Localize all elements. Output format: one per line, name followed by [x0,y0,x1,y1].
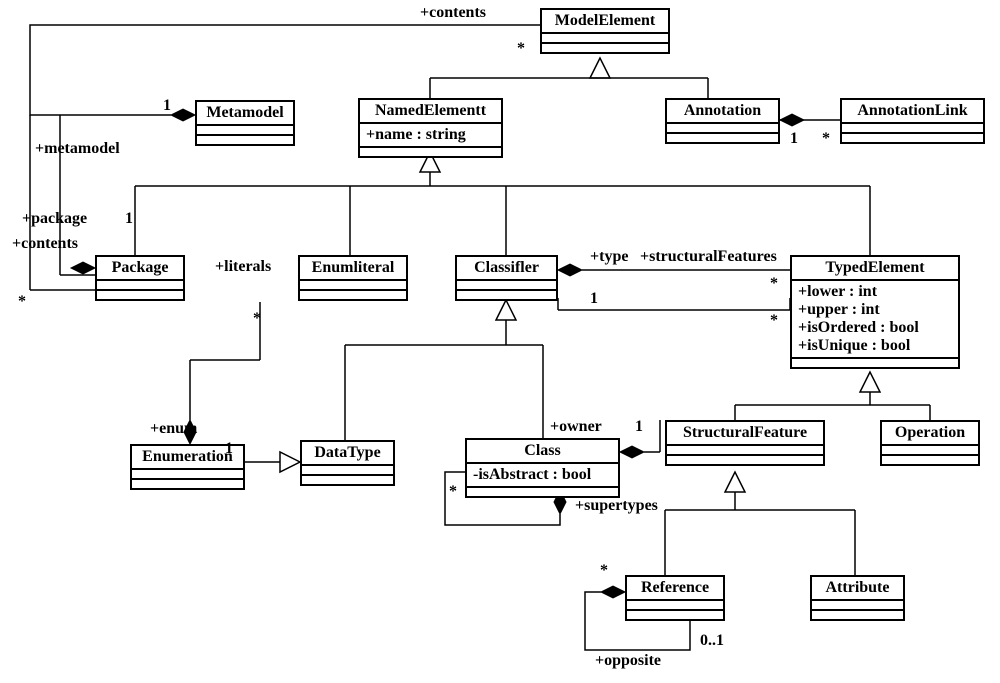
class-enumliteral: Enumliteral [298,255,408,301]
label-sf-role: +structuralFeatures [640,248,777,266]
class-name: NamedElementt [360,100,501,124]
label-enum-role: +enum [150,420,197,438]
class-attrs: +lower : int +upper : int +isOrdered : b… [792,281,958,359]
label-type-role: +type [590,248,628,266]
label-star: * [770,312,778,330]
label-zeroone: 0..1 [700,632,724,650]
class-name: Class [467,440,618,464]
label-one: 1 [163,97,171,115]
class-metamodel: Metamodel [195,100,295,146]
class-name: Package [97,257,183,281]
class-name: Annotation [667,100,778,124]
class-name: Attribute [812,577,903,601]
label-package-role: +package [22,210,87,228]
class-annotationlink: AnnotationLink [840,98,985,144]
label-one: 1 [790,130,798,148]
class-name: DataType [302,442,393,466]
class-name: Operation [882,422,978,446]
label-one: 1 [635,418,643,436]
label-star: * [449,483,457,501]
class-name: StructuralFeature [667,422,823,446]
class-structuralfeature: StructuralFeature [665,420,825,466]
label-supertypes: +supertypes [575,497,658,515]
class-typedelement: TypedElement +lower : int +upper : int +… [790,255,960,369]
class-name: Reference [627,577,723,601]
label-star: * [600,562,608,580]
class-name: AnnotationLink [842,100,983,124]
class-class: Class -isAbstract : bool [465,438,620,498]
class-attrs: +name : string [360,124,501,148]
label-one: 1 [590,290,598,308]
label-opposite: +opposite [595,652,661,670]
label-one: 1 [225,440,233,458]
label-contents-top: +contents [420,4,486,22]
class-name: Metamodel [197,102,293,126]
label-one: 1 [125,210,133,228]
class-package: Package [95,255,185,301]
class-datatype: DataType [300,440,395,486]
class-namedelement: NamedElementt +name : string [358,98,503,158]
label-star: * [770,275,778,293]
class-name: TypedElement [792,257,958,281]
label-contents-left: +contents [12,235,78,253]
class-classifier: Classifler [455,255,558,301]
label-metamodel-role: +metamodel [35,140,120,158]
label-star: * [253,310,261,328]
class-operation: Operation [880,420,980,466]
class-reference: Reference [625,575,725,621]
class-name: Enumliteral [300,257,406,281]
class-attrs: -isAbstract : bool [467,464,618,488]
label-star: * [517,40,525,58]
class-attribute: Attribute [810,575,905,621]
uml-canvas: ModelElement Metamodel NamedElementt +na… [0,0,1000,683]
label-literals: +literals [215,258,271,276]
label-owner-role: +owner [550,418,602,436]
class-name: Classifler [457,257,556,281]
class-modelelement: ModelElement [540,8,670,54]
class-annotation: Annotation [665,98,780,144]
label-star: * [822,130,830,148]
label-star: * [18,293,26,311]
class-name: ModelElement [542,10,668,34]
